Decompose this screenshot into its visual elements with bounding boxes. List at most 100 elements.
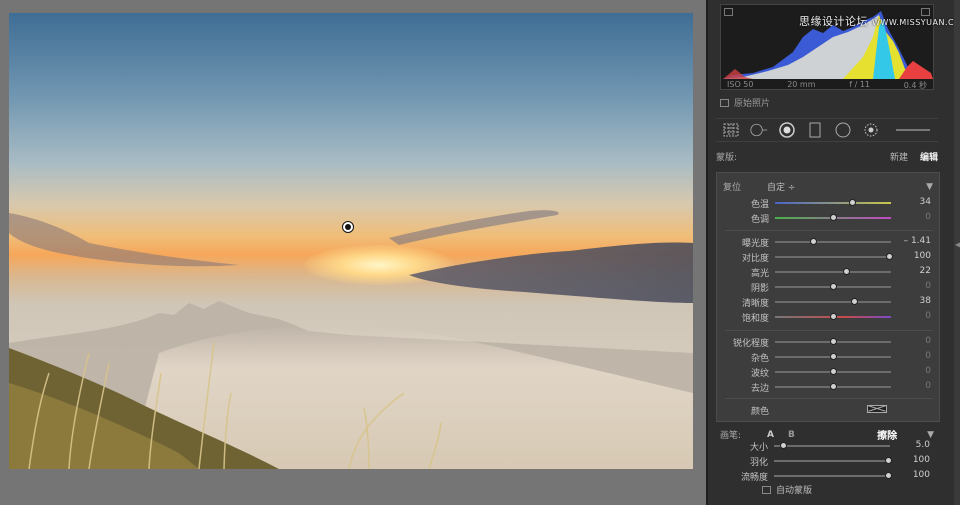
slider-label: 杂色 bbox=[750, 354, 769, 364]
slider-value[interactable]: 100 bbox=[890, 455, 930, 465]
automask-checkbox[interactable] bbox=[762, 485, 771, 494]
slider-track[interactable] bbox=[774, 457, 892, 464]
slider-label: 色调 bbox=[750, 215, 769, 225]
color-swatch-icon[interactable] bbox=[867, 405, 887, 413]
group-separator bbox=[725, 398, 933, 399]
watermark-url: WWW.MISSYUAN.COM bbox=[872, 18, 960, 27]
shutter-speed: 0.4 秒 bbox=[903, 81, 927, 90]
slider-label: 色温 bbox=[750, 200, 769, 210]
slider-knob[interactable] bbox=[830, 338, 837, 345]
red-eye-icon[interactable] bbox=[778, 121, 796, 139]
slider-track[interactable] bbox=[775, 238, 891, 245]
effect-preset-select[interactable]: 自定 ÷ bbox=[767, 180, 795, 193]
slider-row: 曝光度 – 1.41 bbox=[717, 236, 941, 249]
reset-button[interactable]: 复位 bbox=[723, 180, 741, 193]
slider-value[interactable]: 0 bbox=[891, 212, 931, 222]
panel-collapse-arrow-icon[interactable]: ◀ bbox=[955, 240, 960, 249]
brush-a-button[interactable]: A bbox=[767, 430, 774, 440]
group-separator bbox=[725, 330, 933, 331]
mask-edit-button[interactable]: 编辑 bbox=[920, 150, 938, 163]
slider-track[interactable] bbox=[775, 298, 891, 305]
slider-value[interactable]: 34 bbox=[891, 197, 931, 207]
slider-knob[interactable] bbox=[850, 298, 858, 305]
slider-track[interactable] bbox=[775, 283, 891, 290]
slider-track[interactable] bbox=[774, 442, 890, 449]
slider-knob[interactable] bbox=[830, 214, 837, 221]
mask-pin-marker[interactable] bbox=[342, 221, 354, 233]
slider-knob[interactable] bbox=[830, 313, 837, 320]
automask-toggle[interactable]: 自动蒙版 bbox=[762, 483, 812, 496]
slider-row: 色调 0 bbox=[717, 212, 941, 225]
slider-value[interactable]: – 1.41 bbox=[891, 236, 931, 246]
slider-label: 大小 bbox=[749, 443, 768, 453]
mask-new-button[interactable]: 新建 bbox=[890, 150, 908, 163]
slider-row: 对比度 100 bbox=[717, 251, 941, 264]
slider-value[interactable]: 0 bbox=[891, 311, 931, 321]
slider-row: 锐化程度 0 bbox=[717, 336, 941, 349]
slider-row: 羽化 100 bbox=[716, 455, 940, 468]
slider-row: 大小 5.0 bbox=[716, 440, 940, 453]
slider-knob[interactable] bbox=[830, 383, 837, 390]
slider-knob[interactable] bbox=[830, 353, 837, 360]
histogram: 思缘设计论坛 WWW.MISSYUAN.COM ISO 50 20 mm f /… bbox=[720, 4, 960, 90]
original-photo-label: 原始照片 bbox=[734, 99, 771, 109]
photo-canvas[interactable] bbox=[0, 0, 706, 505]
slider-row: 流畅度 100 bbox=[716, 470, 940, 483]
slider-row: 色温 34 bbox=[717, 197, 941, 210]
slider-label: 锐化程度 bbox=[732, 339, 769, 349]
aperture-value: f / 11 bbox=[849, 80, 870, 89]
adjustment-brush-icon[interactable] bbox=[862, 121, 880, 139]
slider-track[interactable] bbox=[775, 383, 891, 390]
slider-knob[interactable] bbox=[780, 442, 788, 449]
slider-track[interactable] bbox=[775, 368, 891, 375]
slider-value[interactable]: 0 bbox=[891, 351, 931, 361]
slider-row: 波纹 0 bbox=[717, 366, 941, 379]
slider-row: 杂色 0 bbox=[717, 351, 941, 364]
slider-row: 饱和度 0 bbox=[717, 311, 941, 324]
brush-tool-slider[interactable] bbox=[896, 129, 930, 131]
slider-knob[interactable] bbox=[810, 238, 818, 245]
slider-label: 流畅度 bbox=[740, 473, 768, 483]
focal-length: 20 mm bbox=[787, 80, 816, 89]
slider-label: 对比度 bbox=[741, 254, 769, 264]
slider-label: 去边 bbox=[750, 384, 769, 394]
original-photo-toggle[interactable]: 原始照片 bbox=[720, 96, 770, 109]
slider-value[interactable]: 100 bbox=[891, 251, 931, 261]
slider-value[interactable]: 0 bbox=[891, 366, 931, 376]
slider-value[interactable]: 100 bbox=[890, 470, 930, 480]
slider-label: 高光 bbox=[750, 269, 769, 279]
slider-knob[interactable] bbox=[848, 199, 856, 206]
spot-removal-icon[interactable] bbox=[750, 121, 768, 139]
develop-right-panel: 思缘设计论坛 WWW.MISSYUAN.COM ISO 50 20 mm f /… bbox=[706, 0, 960, 505]
slider-track[interactable] bbox=[775, 353, 891, 360]
radial-filter-icon[interactable] bbox=[834, 121, 852, 139]
collapse-triangle-icon[interactable]: ▼ bbox=[927, 430, 934, 440]
original-photo-checkbox[interactable] bbox=[720, 98, 729, 107]
slider-track[interactable] bbox=[774, 472, 892, 479]
brush-b-button[interactable]: B bbox=[788, 430, 795, 440]
slider-track[interactable] bbox=[775, 268, 891, 275]
slider-value[interactable]: 5.0 bbox=[890, 440, 930, 450]
slider-track[interactable] bbox=[775, 253, 893, 260]
slider-value[interactable]: 0 bbox=[891, 281, 931, 291]
slider-label: 羽化 bbox=[749, 458, 768, 468]
slider-track[interactable] bbox=[775, 338, 891, 345]
slider-track[interactable] bbox=[775, 199, 891, 206]
slider-value[interactable]: 22 bbox=[891, 266, 931, 276]
slider-track[interactable] bbox=[775, 214, 891, 221]
slider-knob[interactable] bbox=[830, 283, 837, 290]
automask-label: 自动蒙版 bbox=[776, 486, 813, 496]
crop-tool-icon[interactable] bbox=[722, 121, 740, 139]
collapse-triangle-icon[interactable]: ▼ bbox=[926, 182, 933, 192]
panel-scrollbar[interactable] bbox=[954, 0, 960, 505]
slider-value[interactable]: 38 bbox=[891, 296, 931, 306]
slider-knob[interactable] bbox=[830, 368, 837, 375]
photo-image[interactable] bbox=[9, 13, 693, 469]
graduated-filter-icon[interactable] bbox=[806, 121, 824, 139]
slider-knob[interactable] bbox=[842, 268, 850, 275]
slider-label: 清晰度 bbox=[741, 299, 769, 309]
slider-value[interactable]: 0 bbox=[891, 336, 931, 346]
slider-value[interactable]: 0 bbox=[891, 381, 931, 391]
shadow-clip-indicator[interactable] bbox=[724, 8, 733, 16]
slider-track[interactable] bbox=[775, 313, 891, 320]
